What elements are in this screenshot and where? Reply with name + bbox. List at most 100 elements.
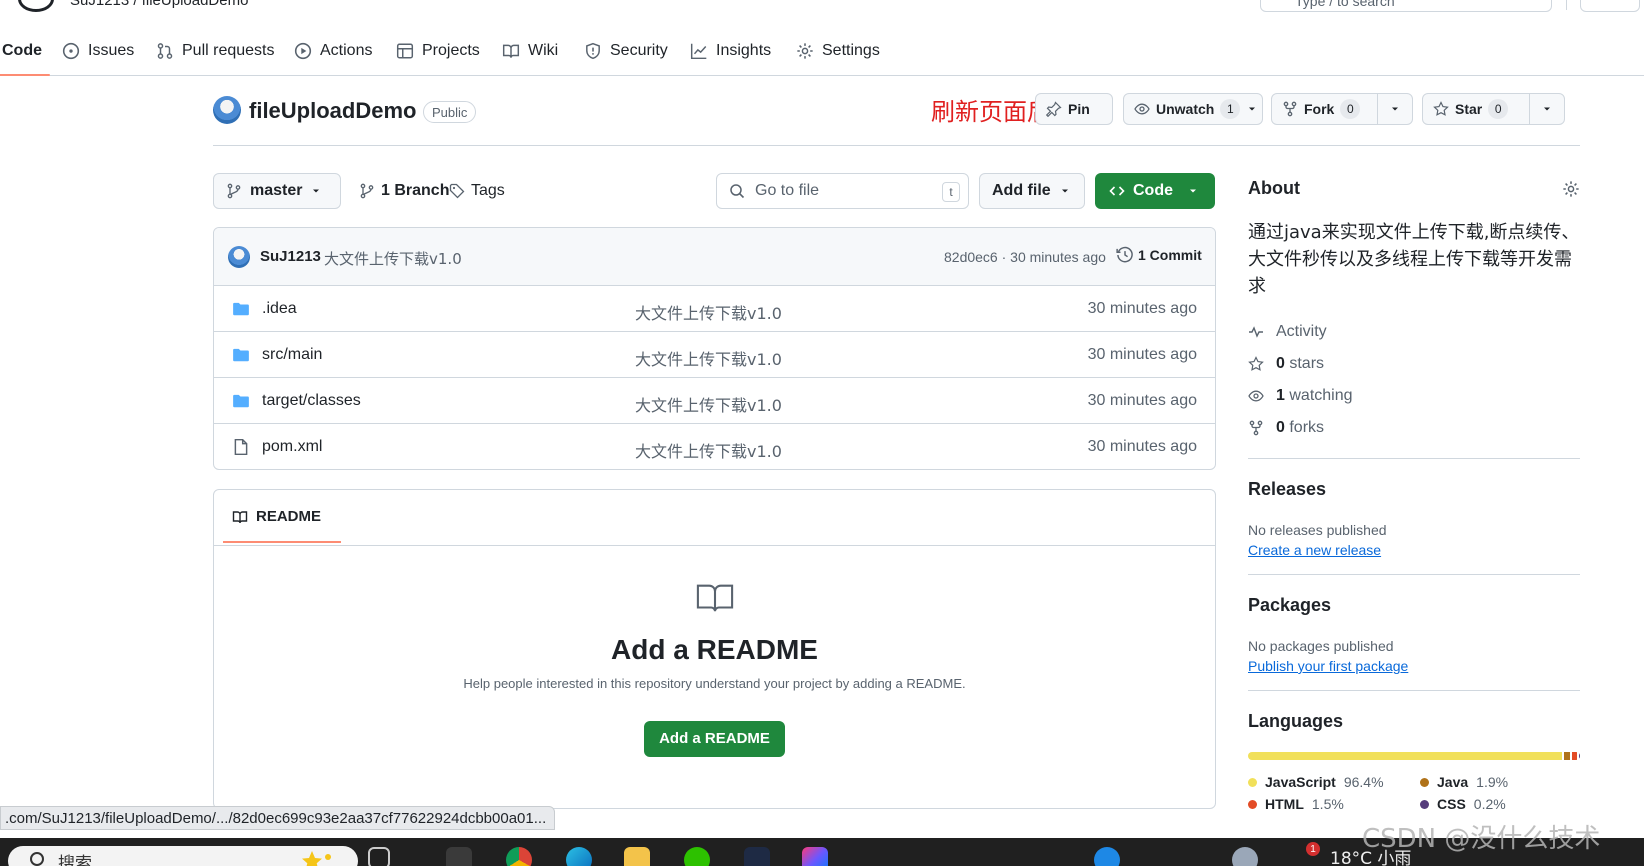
tab-projects[interactable]: Projects <box>396 26 480 75</box>
sidebar-divider <box>1248 574 1580 575</box>
edge-icon[interactable] <box>566 847 592 866</box>
commit-message[interactable]: 大文件上传下载v1.0 <box>324 248 462 269</box>
pin-button[interactable]: Pin <box>1035 93 1113 125</box>
file-name-link[interactable]: pom.xml <box>262 438 322 456</box>
create-release-link[interactable]: Create a new release <box>1248 542 1381 558</box>
activity-label: Activity <box>1276 323 1327 340</box>
help-icon[interactable] <box>1094 847 1120 866</box>
language-item[interactable]: Java 1.9% <box>1420 774 1568 790</box>
commit-author-avatar[interactable] <box>228 246 250 268</box>
file-row[interactable]: .idea 大文件上传下载v1.0 30 minutes ago <box>214 286 1215 332</box>
language-item[interactable]: JavaScript 96.4% <box>1248 774 1396 790</box>
file-commit-message[interactable]: 大文件上传下载v1.0 <box>635 438 782 462</box>
gear-icon <box>797 42 813 59</box>
header-breadcrumb[interactable]: SuJ1213 / fileUploadDemo <box>70 0 248 9</box>
wechat-icon[interactable] <box>684 847 710 866</box>
watching-label: watching <box>1289 387 1353 404</box>
go-to-file-input[interactable]: Go to file t <box>716 173 969 209</box>
language-percent: 0.2% <box>1473 796 1506 812</box>
history-icon <box>1116 246 1133 263</box>
file-commit-message[interactable]: 大文件上传下载v1.0 <box>635 392 782 416</box>
issue-opened-icon <box>62 42 80 59</box>
stars-link[interactable]: 0 stars <box>1248 348 1580 380</box>
chrome-icon[interactable] <box>506 847 532 866</box>
commit-author[interactable]: SuJ1213 <box>260 248 321 265</box>
tab-issues[interactable]: Issues <box>62 26 134 75</box>
readme-empty-state: Add a README Help people interested in t… <box>214 546 1215 808</box>
tab-actions[interactable]: Actions <box>294 26 372 75</box>
tab-settings[interactable]: Settings <box>796 26 880 75</box>
stars-count: 0 <box>1276 355 1285 372</box>
add-readme-button[interactable]: Add a README <box>644 721 785 757</box>
commits-link[interactable]: 1 Commit <box>1116 246 1202 264</box>
activity-link[interactable]: Activity <box>1248 316 1580 348</box>
graph-icon <box>690 43 707 59</box>
global-search-input[interactable]: Type / to search <box>1260 0 1552 12</box>
file-row[interactable]: src/main 大文件上传下载v1.0 30 minutes ago <box>214 332 1215 378</box>
intellij-icon[interactable] <box>802 847 828 866</box>
weather-icon <box>1232 847 1258 866</box>
file-name-link[interactable]: target/classes <box>262 392 361 410</box>
sidebar-divider <box>1248 690 1580 691</box>
language-item[interactable]: CSS 0.2% <box>1420 796 1568 812</box>
gear-icon[interactable] <box>1562 180 1580 198</box>
readme-tab[interactable]: README <box>222 508 342 543</box>
watching-link[interactable]: 1 watching <box>1248 380 1580 412</box>
packages-heading[interactable]: Packages <box>1248 595 1580 616</box>
file-icon <box>234 438 248 456</box>
add-file-button[interactable]: Add file <box>979 173 1085 209</box>
language-percent: 1.9% <box>1476 774 1509 790</box>
shield-icon <box>586 42 600 59</box>
fork-button[interactable]: Fork 0 <box>1271 93 1413 125</box>
star-dropdown[interactable] <box>1528 94 1564 124</box>
language-color-dot <box>1420 799 1429 809</box>
tab-code-label: Code <box>2 41 42 59</box>
publish-package-link[interactable]: Publish your first package <box>1248 658 1408 674</box>
task-view-icon[interactable] <box>368 847 390 866</box>
repo-name-link[interactable]: fileUploadDemo <box>249 98 416 124</box>
language-item[interactable]: HTML 1.5% <box>1248 796 1396 812</box>
branch-select-button[interactable]: master <box>213 173 341 209</box>
forks-link[interactable]: 0 forks <box>1248 412 1580 444</box>
tab-insights[interactable]: Insights <box>690 26 771 75</box>
file-name-link[interactable]: .idea <box>262 300 297 318</box>
tab-security[interactable]: Security <box>584 26 668 75</box>
tab-pull-requests[interactable]: Pull requests <box>156 26 275 75</box>
code-button[interactable]: Code <box>1095 173 1215 209</box>
star-button[interactable]: Star 0 <box>1422 93 1565 125</box>
releases-heading[interactable]: Releases <box>1248 479 1580 500</box>
github-logo-icon[interactable] <box>18 0 54 12</box>
tab-wiki[interactable]: Wiki <box>502 26 558 75</box>
terminal-icon[interactable] <box>446 847 472 866</box>
app-icon[interactable] <box>744 847 770 866</box>
code-icon <box>1109 186 1125 196</box>
file-row[interactable]: pom.xml 大文件上传下载v1.0 30 minutes ago <box>214 424 1215 469</box>
tab-wiki-label: Wiki <box>528 41 559 59</box>
tags-link[interactable]: Tags <box>449 173 505 209</box>
branches-link[interactable]: 1 Branch <box>359 173 449 209</box>
create-new-button[interactable] <box>1580 0 1640 12</box>
repo-stats: Activity 0 stars 1 watching 0 forks <box>1248 316 1580 444</box>
language-name: HTML <box>1265 796 1304 812</box>
commits-label: 1 Commit <box>1138 247 1202 263</box>
owner-avatar[interactable] <box>213 96 241 124</box>
language-bar-segment <box>1579 752 1580 760</box>
tag-icon <box>449 183 465 199</box>
add-file-label: Add file <box>992 182 1051 199</box>
folder-icon[interactable] <box>624 847 650 866</box>
file-commit-message[interactable]: 大文件上传下载v1.0 <box>635 346 782 370</box>
fork-dropdown[interactable] <box>1376 94 1412 124</box>
header-divider <box>1566 0 1567 10</box>
unwatch-button[interactable]: Unwatch 1 <box>1123 93 1263 125</box>
taskbar-search[interactable]: 搜索 <box>8 846 358 866</box>
watching-count: 1 <box>1276 387 1285 404</box>
file-commit-message[interactable]: 大文件上传下载v1.0 <box>635 300 782 324</box>
unwatch-label: Unwatch <box>1156 101 1215 117</box>
commit-meta[interactable]: 82d0ec6 · 30 minutes ago <box>944 249 1106 265</box>
git-pull-request-icon <box>157 42 173 59</box>
forks-count: 0 <box>1276 419 1285 436</box>
file-row[interactable]: target/classes 大文件上传下载v1.0 30 minutes ago <box>214 378 1215 424</box>
tab-code[interactable]: Code <box>0 26 50 76</box>
file-name-link[interactable]: src/main <box>262 346 322 364</box>
language-color-dot <box>1420 777 1429 787</box>
